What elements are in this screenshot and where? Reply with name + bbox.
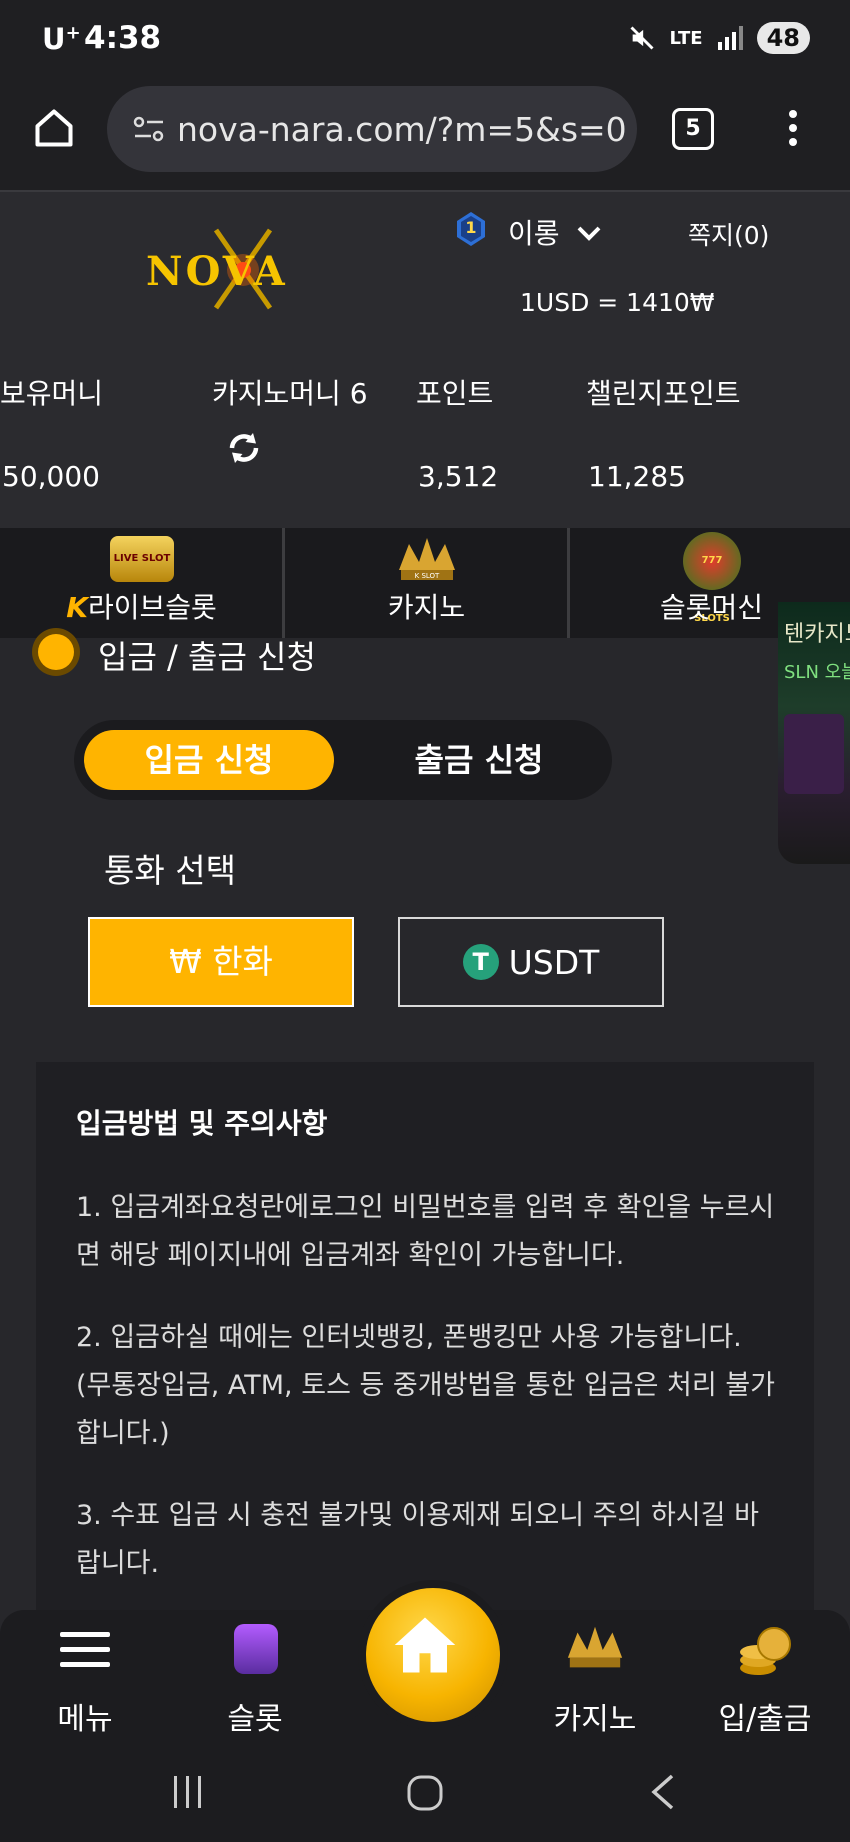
status-icons: LTE 48	[628, 22, 810, 54]
url-text[interactable]: nova-nara.com/?m=5&s=08	[177, 110, 627, 149]
home-button[interactable]	[358, 1580, 508, 1730]
section-bullet-icon	[38, 634, 74, 670]
user-dropdown[interactable]: 이롱	[508, 212, 602, 252]
usdt-label: USDT	[508, 942, 600, 982]
tab-switcher-button[interactable]: 5	[672, 108, 714, 150]
banner-text: SLN 오늘	[784, 662, 850, 683]
status-bar: U+ 4:38 LTE 48	[0, 0, 850, 84]
level-badge-icon: 1	[457, 212, 485, 246]
network-label: LTE	[669, 27, 703, 49]
k-slot-crown-icon: K SLOT	[395, 534, 459, 586]
category-casino[interactable]: K SLOT 카지노	[285, 528, 568, 638]
nav-deposit-withdraw[interactable]: 입/출금	[690, 1610, 840, 1752]
site-settings-icon[interactable]	[133, 114, 165, 144]
balance-label-cash: 보유머니	[0, 377, 104, 410]
tab-withdraw[interactable]: 출금 신청	[354, 730, 604, 790]
nav-label: 카지노	[553, 1702, 637, 1737]
currency-krw-button[interactable]: ₩ 한화	[88, 917, 354, 1007]
tab-deposit[interactable]: 입금 신청	[84, 730, 334, 790]
banner-image	[784, 714, 844, 794]
nova-logo[interactable]: NOVA	[146, 220, 320, 316]
live-slot-icon: LIVE SLOT	[110, 536, 174, 582]
home-icon	[394, 1617, 456, 1673]
k-icon: K	[66, 591, 88, 624]
logo-text: NOVA	[146, 248, 288, 295]
notice-item: 2. 입금하실 때에는 인터넷뱅킹, 폰뱅킹만 사용 가능합니다.(무통장입금,…	[76, 1322, 775, 1449]
signal-icon	[717, 26, 743, 50]
system-nav-bar	[0, 1752, 850, 1842]
category-nav: LIVE SLOT K라이브슬롯 K SLOT 카지노 777 SLOTS 슬롯…	[0, 528, 850, 638]
balance-label-points: 포인트	[416, 377, 494, 410]
refresh-icon[interactable]	[226, 430, 262, 466]
mute-icon	[629, 26, 654, 50]
nav-slot[interactable]: 슬롯	[180, 1610, 330, 1752]
browser-toolbar: nova-nara.com/?m=5&s=08 5	[0, 84, 850, 192]
messages-link[interactable]: 쪽지(0)	[688, 216, 769, 252]
category-live-slot[interactable]: LIVE SLOT K라이브슬롯	[0, 528, 283, 638]
nav-label: 슬롯	[227, 1702, 283, 1737]
k-slot-crown-icon	[567, 1626, 623, 1668]
nav-label: 입/출금	[718, 1702, 812, 1737]
category-label: K라이브슬롯	[66, 591, 217, 624]
carrier-label: U+	[42, 22, 81, 56]
back-icon[interactable]	[648, 1772, 678, 1812]
coin-stack-icon	[740, 1627, 791, 1675]
recent-apps-icon[interactable]	[170, 1774, 206, 1810]
side-promo-banner[interactable]: 텐카지노 SLN 오늘	[778, 602, 850, 864]
balance-value-points: 3,512	[418, 460, 499, 493]
nav-menu[interactable]: 메뉴	[10, 1610, 160, 1752]
home-icon[interactable]	[32, 106, 76, 150]
slot-machine-icon	[234, 1624, 278, 1674]
notice-item: 3. 수표 입금 시 충전 불가및 이용제재 되오니 주의 하시길 바랍니다.	[76, 1500, 759, 1579]
clock: 4:38	[84, 20, 162, 56]
banner-text: 텐카지노	[784, 622, 850, 647]
nav-casino[interactable]: 카지노	[520, 1610, 670, 1752]
chevron-down-icon	[578, 226, 601, 241]
section-title: 입금 / 출금 신청	[98, 638, 316, 676]
category-label: 카지노	[387, 591, 466, 624]
balance-value-cash: 50,000	[2, 460, 100, 493]
notice-item: 1. 입금계좌요청란에로그인 비밀번호를 입력 후 확인을 누르시면 해당 페이…	[76, 1192, 775, 1271]
nav-label: 메뉴	[57, 1702, 113, 1737]
currency-usdt-button[interactable]: T USDT	[398, 917, 664, 1007]
site-header: NOVA 1 이롱 쪽지(0) 1USD = 1410₩ 보유머니 50,000…	[0, 192, 850, 528]
username: 이롱	[508, 217, 560, 250]
more-menu-icon[interactable]	[786, 108, 800, 148]
777-slots-icon: 777 SLOTS	[683, 532, 741, 624]
balance-label-challenge: 챌린지포인트	[586, 377, 741, 410]
battery-indicator: 48	[756, 22, 810, 54]
balance-label-casino: 카지노머니 6	[212, 377, 368, 410]
home-nav-icon[interactable]	[406, 1774, 444, 1812]
level-number: 1	[465, 218, 477, 237]
balance-value-challenge: 11,285	[588, 460, 686, 493]
address-bar[interactable]: nova-nara.com/?m=5&s=08	[107, 86, 637, 172]
deposit-withdraw-toggle: 입금 신청 출금 신청	[74, 720, 612, 800]
exchange-rate: 1USD = 1410₩	[520, 288, 715, 317]
tether-icon: T	[462, 944, 499, 980]
currency-select-title: 통화 선택	[104, 851, 236, 890]
hamburger-menu-icon	[60, 1632, 110, 1667]
notice-title: 입금방법 및 주의사항	[76, 1107, 328, 1140]
deposit-notice: 입금방법 및 주의사항 1. 입금계좌요청란에로그인 비밀번호를 입력 후 확인…	[36, 1062, 814, 1622]
